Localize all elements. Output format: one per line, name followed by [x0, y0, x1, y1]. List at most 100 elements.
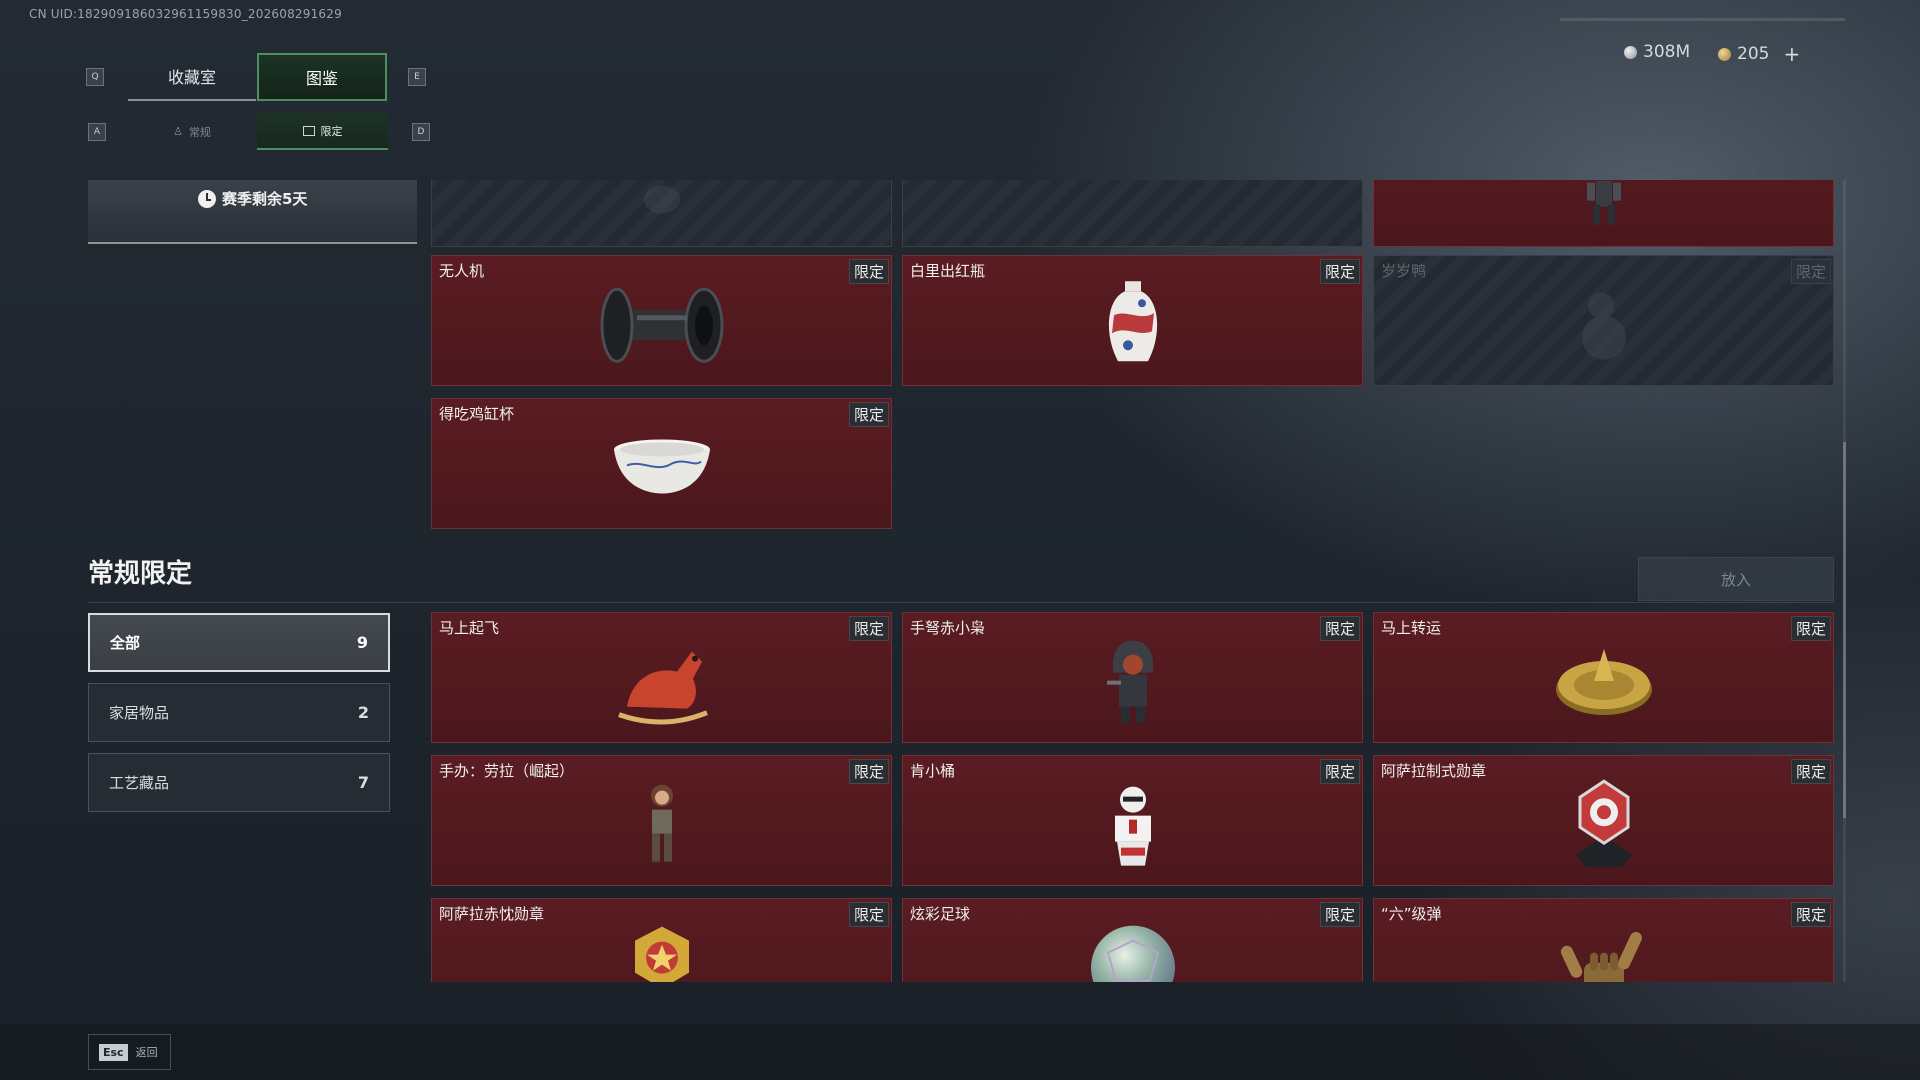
item-name: 无人机 [439, 262, 485, 280]
limited-badge: 限定 [1319, 616, 1360, 641]
item-name: 肯小桶 [910, 762, 956, 780]
colonel-figure-art [1101, 779, 1165, 873]
limited-badge: 限定 [1319, 902, 1360, 927]
esc-key-hint: Esc [99, 1043, 128, 1061]
item-card-kfc-bucket[interactable]: 肯小桶 限定 [902, 755, 1363, 886]
season-timer: 赛季剩余5天 [198, 188, 307, 209]
horse-art [607, 636, 717, 730]
filter-count: 9 [356, 633, 368, 652]
filter-home-items[interactable]: 家居物品 2 [88, 683, 390, 742]
filter-all[interactable]: 全部 9 [88, 613, 390, 672]
back-button[interactable]: Esc 返回 [88, 1034, 171, 1070]
item-card-lucky-wheel[interactable]: 马上转运 限定 [1373, 612, 1834, 743]
item-name: 马上转运 [1381, 619, 1442, 637]
limited-badge: 限定 [848, 759, 889, 784]
silver-amount: 308M [1643, 42, 1691, 62]
lara-figure-art [632, 779, 692, 873]
item-name: 炫彩足球 [910, 905, 971, 923]
subtab-limited[interactable]: 限定 [257, 113, 388, 150]
item-card-lara-figure[interactable]: 手办：劳拉（崛起） 限定 [431, 755, 892, 886]
subtab-limited-label: 限定 [320, 124, 343, 138]
clock-icon [198, 189, 216, 208]
bottom-bar [0, 1024, 1920, 1080]
item-card-level-six-bullet[interactable]: “六”级弹 限定 [1373, 898, 1834, 982]
key-hint-q: Q [86, 68, 104, 86]
item-name: 岁岁鸭 [1381, 262, 1427, 280]
duck-silhouette [1569, 279, 1639, 373]
item-name: 白里出红瓶 [910, 262, 986, 280]
item-name: 手弩赤小枭 [910, 619, 986, 637]
bowl-art [607, 431, 717, 505]
figure-art [1579, 180, 1629, 234]
filter-count: 7 [357, 773, 369, 792]
limited-badge: 限定 [1790, 759, 1831, 784]
item-card-duck[interactable]: 岁岁鸭 限定 [1373, 255, 1834, 386]
item-card-crossbow-owl[interactable]: 手弩赤小枭 限定 [902, 612, 1363, 743]
item-name: 阿萨拉赤忱勋章 [439, 905, 545, 923]
item-card-drone[interactable]: 无人机 限定 [431, 255, 892, 386]
limited-badge: 限定 [1319, 759, 1360, 784]
back-label: 返回 [135, 1046, 158, 1059]
currency-gold: 205 + [1718, 42, 1800, 66]
item-name: 阿萨拉制式勋章 [1381, 762, 1487, 780]
scrollbar-thumb[interactable] [1843, 442, 1846, 818]
figure-icon: ♙ [173, 125, 183, 138]
tab-collection[interactable]: 收藏室 [128, 53, 256, 101]
gold-wheel-art [1549, 641, 1659, 725]
gold-medal-art [627, 922, 697, 982]
item-name: “六”级弹 [1381, 905, 1442, 923]
item-card[interactable] [902, 180, 1363, 247]
vase-art [1098, 275, 1168, 379]
gold-amount: 205 [1737, 44, 1770, 64]
key-hint-d: D [412, 123, 430, 141]
filter-count: 2 [357, 703, 369, 722]
image-icon [302, 125, 315, 136]
limited-badge: 限定 [1790, 259, 1831, 284]
tab-codex[interactable]: 图鉴 [257, 53, 387, 101]
item-card-colorful-football[interactable]: 炫彩足球 限定 [902, 898, 1363, 982]
key-hint-a: A [88, 123, 106, 141]
item-card[interactable] [431, 180, 892, 247]
item-silhouette [632, 180, 692, 223]
top-right-bar [1560, 18, 1845, 21]
silver-coin-icon [1624, 45, 1637, 59]
key-hint-e: E [408, 68, 426, 86]
add-currency-button[interactable]: + [1783, 42, 1800, 66]
season-box: 赛季剩余5天 [88, 180, 417, 244]
season-remaining-text: 赛季剩余5天 [222, 190, 308, 208]
item-name: 手办：劳拉（崛起） [439, 762, 575, 780]
hand-gesture-art [1554, 922, 1654, 982]
filter-label: 家居物品 [109, 704, 170, 722]
uid-label: CN UID:18290918603296115983​0_2026082916… [29, 7, 342, 21]
item-name: 得吃鸡缸杯 [439, 405, 515, 423]
filter-label: 全部 [110, 634, 141, 652]
item-card-devotion-medal[interactable]: 阿萨拉赤忱勋章 限定 [431, 898, 892, 982]
limited-badge: 限定 [848, 616, 889, 641]
drone-art [592, 275, 732, 379]
limited-badge: 限定 [1319, 259, 1360, 284]
item-card-horse[interactable]: 马上起飞 限定 [431, 612, 892, 743]
item-card-red-vase[interactable]: 白里出红瓶 限定 [902, 255, 1363, 386]
section-title: 常规限定 [88, 559, 193, 589]
limited-badge: 限定 [848, 902, 889, 927]
medal-art [1564, 775, 1644, 879]
currency-silver: 308M [1624, 42, 1690, 62]
item-card-standard-medal[interactable]: 阿萨拉制式勋章 限定 [1373, 755, 1834, 886]
gold-coin-icon [1718, 47, 1731, 61]
filter-craft-items[interactable]: 工艺藏品 7 [88, 753, 390, 812]
item-name: 马上起飞 [439, 619, 500, 637]
hooded-figure-art [1103, 636, 1163, 730]
limited-badge: 限定 [1790, 902, 1831, 927]
limited-badge: 限定 [1790, 616, 1831, 641]
football-art [1088, 922, 1178, 982]
subtab-regular-label: 常规 [188, 125, 211, 139]
limited-badge: 限定 [848, 402, 889, 427]
place-button[interactable]: 放入 [1638, 557, 1834, 601]
item-card-cup[interactable]: 得吃鸡缸杯 限定 [431, 398, 892, 529]
limited-badge: 限定 [848, 259, 889, 284]
filter-label: 工艺藏品 [109, 774, 170, 792]
section-divider [88, 602, 1834, 603]
collection-scroll-area[interactable]: 赛季剩余5天 无人机 限定 白里出红瓶 限定 岁岁鸭 限定 得吃鸡缸杯 限定 常… [0, 180, 1920, 982]
item-card[interactable] [1373, 180, 1834, 247]
subtab-regular[interactable]: ♙ 常规 [128, 113, 256, 150]
